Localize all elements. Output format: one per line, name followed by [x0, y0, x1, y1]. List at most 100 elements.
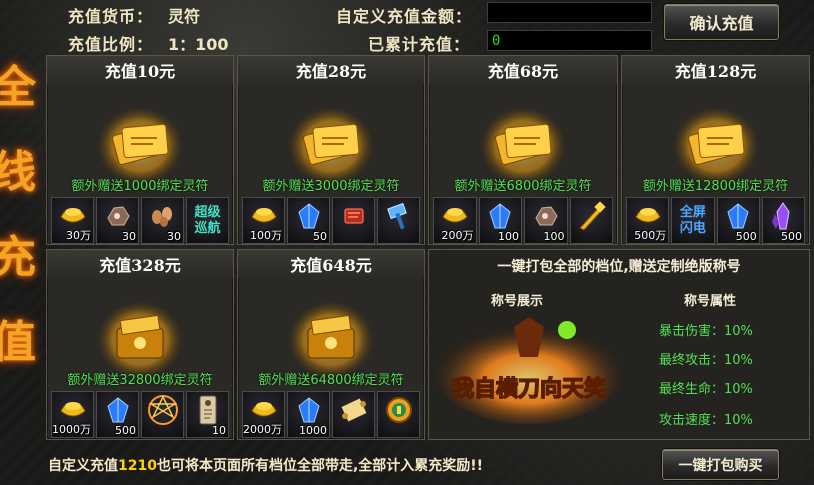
blue-gem-icon — [726, 203, 750, 233]
reward-slot[interactable]: 1000万 — [51, 391, 94, 438]
reward-slot[interactable]: 1000 — [287, 391, 330, 438]
tier-bonus-text: 额外赠送64800绑定灵符 — [258, 373, 404, 388]
accumulated-value: 0 — [487, 30, 652, 51]
title-art-text: 我自横刀向天笑 — [452, 376, 606, 402]
footer-amount: 1210 — [118, 458, 157, 474]
reward-slot[interactable]: 500 — [96, 391, 139, 438]
tier-panel[interactable]: 充值10元额外赠送1000绑定灵符 30万 30 30 超级 巡航 — [46, 55, 234, 245]
tier-title: 充值10元 — [47, 56, 233, 84]
reward-slot[interactable]: 100万 — [242, 197, 285, 244]
reward-qty: 100 — [498, 230, 519, 243]
reward-items: 2000万 1000 — [242, 391, 420, 438]
reward-slot[interactable]: 30 — [96, 197, 139, 244]
tier-title: 充值28元 — [238, 56, 424, 84]
reward-qty: 1000 — [299, 424, 327, 437]
title-art-image: 我自横刀向天笑 — [437, 317, 621, 424]
magic-circle-icon — [146, 393, 180, 431]
seeds-icon — [150, 205, 176, 231]
reward-items: 200万 100 100 — [433, 197, 613, 244]
attr-row-speed: 攻击速度：10% — [659, 413, 753, 428]
tier-panel[interactable]: 充值68元额外赠送6800绑定灵符 200万 100 100 — [428, 55, 618, 245]
reward-qty: 500万 — [634, 229, 667, 242]
banner-char: 值 — [0, 316, 36, 368]
accumulated-label: 已累计充值： — [368, 35, 471, 54]
tier-bonus-text: 额外赠送6800绑定灵符 — [454, 179, 592, 194]
golden-weapon-icon — [576, 200, 606, 236]
reward-items: 1000万 500 10 — [51, 391, 229, 438]
currency-value: 灵符 — [168, 7, 201, 26]
tier-title: 充值128元 — [622, 56, 809, 84]
reward-qty: 100万 — [250, 229, 282, 242]
reward-slot[interactable]: 500 — [716, 197, 760, 244]
blue-gem-icon — [297, 397, 321, 427]
reward-slot[interactable]: 30万 — [51, 197, 94, 244]
tier-title: 充值648元 — [238, 250, 424, 278]
reward-slot[interactable]: 200万 — [433, 197, 477, 244]
attributes-label: 称号属性 — [684, 294, 737, 309]
hammer-icon — [384, 201, 414, 235]
reward-slot[interactable]: 全屏 闪电 — [671, 197, 715, 244]
scroll-icon — [338, 396, 370, 428]
tier-panel[interactable]: 充值128元额外赠送12800绑定灵符 500万 全屏 闪电 500 500 — [621, 55, 810, 245]
tier-panel[interactable]: 充值28元额外赠送3000绑定灵符 100万 50 — [237, 55, 425, 245]
reward-qty: 2000万 — [243, 423, 282, 436]
tier-bonus-text: 额外赠送12800绑定灵符 — [642, 179, 789, 194]
reward-slot[interactable]: 10 — [186, 391, 229, 438]
reward-items: 500万 全屏 闪电 500 500 — [626, 197, 805, 244]
tier-bonus-text: 额外赠送3000绑定灵符 — [262, 179, 400, 194]
reward-slot[interactable]: 2000万 — [242, 391, 285, 438]
reward-qty: 500 — [115, 424, 136, 437]
reward-slot[interactable] — [332, 197, 375, 244]
one-click-buy-button[interactable]: 一键打包购买 — [662, 449, 779, 480]
attr-row-crit: 暴击伤害：10% — [659, 324, 753, 339]
bundle-title: 一键打包全部的档位,赠送定制绝版称号 — [497, 259, 741, 275]
fullscreen-flash-text: 全屏 闪电 — [679, 204, 706, 236]
reward-qty: 200万 — [441, 229, 474, 242]
reward-items: 30万 30 30 超级 巡航 — [51, 197, 229, 244]
tier-title: 充值328元 — [47, 250, 233, 278]
reward-slot[interactable] — [569, 197, 613, 244]
reward-qty: 500 — [781, 230, 802, 243]
reward-slot[interactable]: 50 — [287, 197, 330, 244]
custom-amount-input[interactable] — [487, 2, 652, 23]
red-scroll-icon — [342, 205, 366, 231]
super-cruise-text: 超级 巡航 — [194, 204, 221, 236]
attr-row-attack: 最终攻击：10% — [659, 353, 753, 368]
reward-slot[interactable] — [377, 197, 420, 244]
reward-slot[interactable]: 超级 巡航 — [186, 197, 229, 244]
reward-qty: 1000万 — [52, 423, 91, 436]
blue-gem-icon — [106, 397, 130, 427]
tier-bonus-text: 额外赠送1000绑定灵符 — [71, 179, 209, 194]
ratio-label: 充值比例： — [68, 35, 154, 54]
banner-char: 充 — [0, 231, 36, 283]
reward-slot[interactable]: 100 — [524, 197, 568, 244]
reward-qty: 50 — [313, 230, 327, 243]
reward-slot[interactable]: 100 — [478, 197, 522, 244]
reward-slot[interactable] — [377, 391, 420, 438]
showcase-label: 称号展示 — [491, 294, 544, 309]
tier-title: 充值68元 — [429, 56, 617, 84]
reward-qty: 500 — [735, 230, 757, 243]
attr-row-life: 最终生命：10% — [659, 382, 753, 397]
footer-text: 自定义充值1210也可将本页面所有档位全部带走,全部计入累充奖励!! — [48, 458, 484, 474]
reward-qty: 30 — [167, 230, 181, 243]
reward-slot[interactable]: 500万 — [626, 197, 670, 244]
banner-char: 全 — [0, 61, 36, 113]
reward-slot[interactable] — [332, 391, 375, 438]
reward-qty: 30万 — [66, 229, 91, 242]
ratio-value: 1：100 — [168, 35, 229, 54]
reward-slot[interactable]: 30 — [141, 197, 184, 244]
ore-icon — [533, 204, 559, 232]
side-banner: 全 线 充 值 — [0, 40, 48, 380]
tier-panel[interactable]: 充值648元额外赠送64800绑定灵符 2000万 1000 — [237, 249, 425, 440]
reward-slot[interactable]: 500 — [761, 197, 805, 244]
reward-qty: 100 — [543, 230, 565, 243]
reward-slot[interactable] — [141, 391, 184, 438]
ore-icon — [105, 204, 131, 232]
banner-char: 线 — [0, 146, 36, 198]
confirm-recharge-button[interactable]: 确认充值 — [664, 4, 779, 40]
reward-qty: 30 — [122, 230, 136, 243]
blue-gem-icon — [488, 203, 512, 233]
reward-items: 100万 50 — [242, 197, 420, 244]
tier-panel[interactable]: 充值328元 额外赠送32800绑定灵符 1000万 500 10 — [46, 249, 234, 440]
